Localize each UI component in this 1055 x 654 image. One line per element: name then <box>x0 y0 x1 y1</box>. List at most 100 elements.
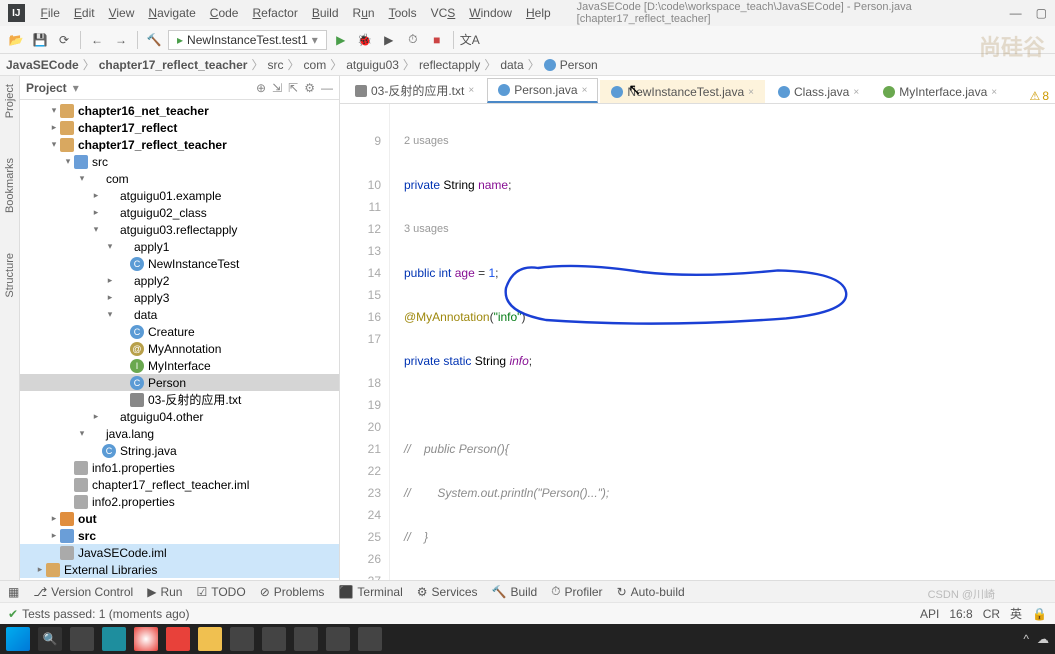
profiler-tool[interactable]: ⏱ Profiler <box>551 584 602 599</box>
tree-row[interactable]: CNewInstanceTest <box>20 255 339 272</box>
tree-row[interactable]: ▸atguigu01.example <box>20 187 339 204</box>
menu-run[interactable]: Run <box>347 4 381 22</box>
menu-view[interactable]: View <box>103 4 141 22</box>
tree-row[interactable]: ▸chapter17_reflect <box>20 119 339 136</box>
bc-2[interactable]: src <box>268 58 284 72</box>
menu-code[interactable]: Code <box>204 4 245 22</box>
tree-row[interactable]: ▸atguigu02_class <box>20 204 339 221</box>
bc-7[interactable]: Person <box>560 58 598 72</box>
bc-0[interactable]: JavaSECode <box>6 58 79 72</box>
tree-row[interactable]: CCreature <box>20 323 339 340</box>
terminal-tool[interactable]: ⬛ Terminal <box>338 585 402 599</box>
tree-row[interactable]: JavaSECode.iml <box>20 544 339 561</box>
tree-row[interactable]: ▾src <box>20 153 339 170</box>
select-opened-icon[interactable]: ⊕ <box>256 81 266 95</box>
tree-row[interactable]: @MyAnnotation <box>20 340 339 357</box>
save-icon[interactable]: 💾 <box>30 30 50 50</box>
run-icon[interactable]: ▶ <box>331 30 351 50</box>
tree-row[interactable]: ▾chapter16_net_teacher <box>20 102 339 119</box>
app-icon[interactable] <box>166 627 190 651</box>
translate-icon[interactable]: 文A <box>460 30 480 50</box>
close-tab-icon[interactable]: × <box>582 85 588 96</box>
app-icon-6[interactable] <box>358 627 382 651</box>
editor-tab[interactable]: MyInterface.java× <box>872 80 1008 103</box>
chrome-icon[interactable] <box>134 627 158 651</box>
bc-1[interactable]: chapter17_reflect_teacher <box>99 58 248 72</box>
autobuild-tool[interactable]: ↻ Auto-build <box>617 585 685 599</box>
stop-icon[interactable]: ■ <box>427 30 447 50</box>
menu-help[interactable]: Help <box>520 4 557 22</box>
search-icon[interactable]: 🔍 <box>38 627 62 651</box>
project-tree[interactable]: ▾chapter16_net_teacher▸chapter17_reflect… <box>20 100 339 580</box>
editor-tab[interactable]: Person.java× <box>487 78 598 103</box>
tree-row[interactable]: ▾atguigu03.reflectapply <box>20 221 339 238</box>
editor-tab[interactable]: Class.java× <box>767 80 870 103</box>
lock-icon[interactable]: 🔒 <box>1032 607 1047 621</box>
services-tool[interactable]: ⚙ Services <box>417 585 478 599</box>
project-tool-button[interactable]: Project <box>4 84 16 118</box>
structure-tool-button[interactable]: Structure <box>4 253 16 298</box>
menu-tools[interactable]: Tools <box>383 4 423 22</box>
menu-edit[interactable]: Edit <box>68 4 101 22</box>
app-icon-5[interactable] <box>326 627 350 651</box>
tree-row[interactable]: ▸External Libraries <box>20 561 339 578</box>
tree-row[interactable]: ▾data <box>20 306 339 323</box>
tree-row[interactable]: ▾chapter17_reflect_teacher <box>20 136 339 153</box>
close-tab-icon[interactable]: × <box>468 85 474 96</box>
bc-6[interactable]: data <box>500 58 523 72</box>
settings-icon[interactable]: ⚙ <box>304 81 315 95</box>
todo-tool[interactable]: ☑ TODO <box>196 585 245 599</box>
start-button[interactable] <box>6 627 30 651</box>
menu-refactor[interactable]: Refactor <box>246 4 303 22</box>
coverage-icon[interactable]: ▶ <box>379 30 399 50</box>
hide-icon[interactable]: — <box>321 81 333 95</box>
bc-3[interactable]: com <box>304 58 327 72</box>
tree-row[interactable]: CPerson <box>20 374 339 391</box>
build-icon[interactable]: 🔨 <box>144 30 164 50</box>
forward-icon[interactable]: → <box>111 30 131 50</box>
menu-build[interactable]: Build <box>306 4 345 22</box>
tree-row[interactable]: ▸Scratches and Consoles <box>20 578 339 580</box>
menu-window[interactable]: Window <box>463 4 518 22</box>
edge-icon[interactable] <box>102 627 126 651</box>
back-icon[interactable]: ← <box>87 30 107 50</box>
minimize-icon[interactable]: — <box>1010 6 1022 20</box>
warning-icon[interactable]: ⚠ <box>1030 89 1041 103</box>
app-icon-3[interactable] <box>262 627 286 651</box>
build-tool[interactable]: 🔨 Build <box>492 585 538 599</box>
tree-row[interactable]: chapter17_reflect_teacher.iml <box>20 476 339 493</box>
tree-row[interactable]: ▾java.lang <box>20 425 339 442</box>
menu-vcs[interactable]: VCS <box>425 4 462 22</box>
editor-tab[interactable]: 03-反射的应用.txt× <box>344 77 485 103</box>
menu-navigate[interactable]: Navigate <box>142 4 201 22</box>
tree-row[interactable]: IMyInterface <box>20 357 339 374</box>
explorer-icon[interactable] <box>198 627 222 651</box>
menu-file[interactable]: File <box>35 4 66 22</box>
close-tab-icon[interactable]: × <box>853 87 859 98</box>
tree-row[interactable]: 03-反射的应用.txt <box>20 391 339 408</box>
problems-tool[interactable]: ⊘ Problems <box>260 585 325 599</box>
bc-5[interactable]: reflectapply <box>419 58 480 72</box>
tree-row[interactable]: info1.properties <box>20 459 339 476</box>
run-config-select[interactable]: ▸ NewInstanceTest.test1 ▾ <box>168 30 327 50</box>
bookmarks-tool-button[interactable]: Bookmarks <box>4 158 16 213</box>
line-sep[interactable]: CR <box>983 607 1000 621</box>
tray-cloud-icon[interactable]: ☁ <box>1037 632 1049 646</box>
tree-row[interactable]: ▸out <box>20 510 339 527</box>
close-tab-icon[interactable]: × <box>991 87 997 98</box>
vcs-tool[interactable]: ⎇ Version Control <box>33 585 133 599</box>
code-lines[interactable]: 2 usages private String name; 3 usages p… <box>390 104 1055 580</box>
open-icon[interactable]: 📂 <box>6 30 26 50</box>
task-view-icon[interactable] <box>70 627 94 651</box>
tool-window-toggle-icon[interactable]: ▦ <box>8 585 19 599</box>
tree-row[interactable]: ▸src <box>20 527 339 544</box>
tree-row[interactable]: ▸atguigu04.other <box>20 408 339 425</box>
caret-position[interactable]: 16:8 <box>949 607 972 621</box>
tray-up-icon[interactable]: ^ <box>1023 632 1029 646</box>
collapse-icon[interactable]: ⇱ <box>288 81 298 95</box>
close-tab-icon[interactable]: × <box>748 87 754 98</box>
bc-4[interactable]: atguigu03 <box>346 58 399 72</box>
run-tool[interactable]: ▶ Run <box>147 585 182 599</box>
tree-row[interactable]: ▸apply3 <box>20 289 339 306</box>
debug-icon[interactable]: 🐞 <box>355 30 375 50</box>
